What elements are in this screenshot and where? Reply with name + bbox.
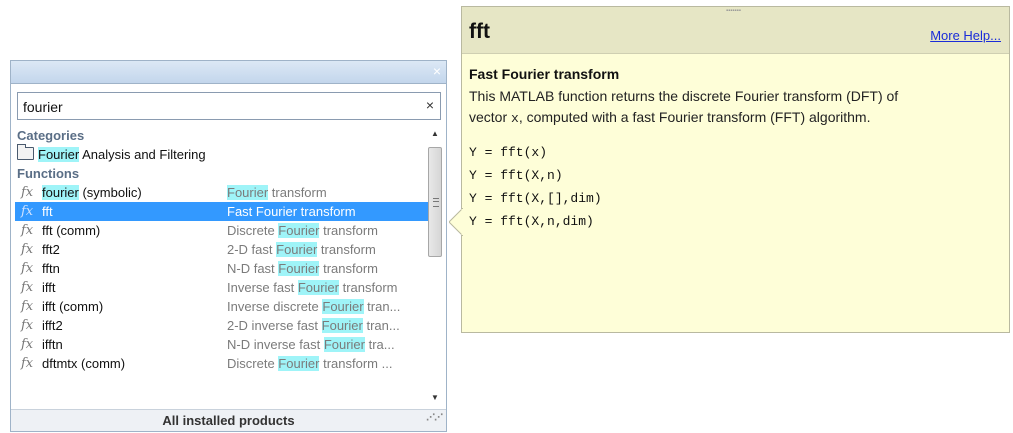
drag-handle-icon[interactable]: ▪▪▪▪▪▪▪ [726, 8, 741, 14]
function-icon: fx [21, 185, 34, 200]
folder-icon [17, 144, 34, 160]
function-icon: fx [21, 242, 34, 257]
function-item[interactable]: fx fftn N-D fast Fourier transform [15, 259, 431, 278]
syntax-line: Y = fft(X,[],dim) [469, 191, 602, 206]
function-item[interactable]: fx fft Fast Fourier transform [15, 202, 431, 221]
function-item[interactable]: fx dftmtx (comm) Discrete Fourier transfor… [15, 354, 431, 373]
function-icon: fx [21, 280, 34, 295]
grip-icon [433, 198, 439, 207]
function-description: 2-D fast Fourier transform [227, 242, 376, 257]
product-filter-footer[interactable]: All installed products ⋰⋰ [11, 409, 446, 431]
syntax-list: Y = fft(x) Y = fft(X,n) Y = fft(X,[],dim) Y… [469, 141, 602, 233]
function-name: ifftn [42, 337, 63, 352]
search-input[interactable]: fourier × [17, 92, 441, 120]
function-icon: fx [21, 261, 34, 276]
scroll-up-icon[interactable]: ▲ [427, 127, 443, 141]
help-description: This MATLAB function returns the discret… [469, 88, 899, 126]
scroll-thumb[interactable] [428, 147, 442, 257]
popup-pointer [449, 208, 463, 236]
functions-header: Functions [17, 166, 80, 181]
help-header[interactable]: ▪▪▪▪▪▪▪ fft More Help... [462, 7, 1009, 54]
function-name: ifft2 [42, 318, 63, 333]
help-popup: ▪▪▪▪▪▪▪ fft More Help... Fast Fourier tr… [461, 6, 1010, 333]
function-description: Fast Fourier transform [227, 204, 356, 219]
syntax-line: Y = fft(X,n,dim) [469, 214, 594, 229]
syntax-line: Y = fft(x) [469, 145, 548, 160]
function-name: dftmtx (comm) [42, 356, 126, 371]
function-description: Discrete Fourier transform ... [227, 356, 393, 371]
function-description: N-D inverse fast Fourier tra... [227, 337, 395, 352]
function-item[interactable]: fx fft (comm) Discrete Fourier transform [15, 221, 431, 240]
function-item[interactable]: fx ifftn N-D inverse fast Fourier tra... [15, 335, 431, 354]
function-description: Discrete Fourier transform [227, 223, 378, 238]
resize-grip-icon[interactable]: ⋰⋰ [426, 407, 443, 428]
scroll-down-icon[interactable]: ▼ [427, 391, 443, 405]
more-help-link[interactable]: More Help... [930, 28, 1001, 43]
function-icon: fx [21, 223, 34, 238]
close-icon[interactable]: × [433, 63, 441, 79]
function-browser-panel: × fourier × Categories Fourier Analysis … [10, 60, 447, 432]
clear-search-icon[interactable]: × [426, 97, 434, 113]
syntax-line: Y = fft(X,n) [469, 168, 563, 183]
function-icon: fx [21, 299, 34, 314]
function-description: N-D fast Fourier transform [227, 261, 378, 276]
function-description: Inverse fast Fourier transform [227, 280, 398, 295]
function-description: Fourier transform [227, 185, 327, 200]
category-item[interactable]: Fourier Analysis and Filtering [15, 144, 431, 165]
function-name: fftn [42, 261, 60, 276]
function-icon: fx [21, 356, 34, 371]
function-name: fft2 [42, 242, 60, 257]
function-icon: fx [21, 337, 34, 352]
function-name: ifft [42, 280, 56, 295]
search-value: fourier [23, 99, 63, 115]
footer-label: All installed products [162, 413, 295, 428]
function-icon: fx [21, 204, 34, 219]
function-name: ifft (comm) [42, 299, 104, 314]
function-item[interactable]: fx ifft (comm) Inverse discrete Fourier tr… [15, 297, 431, 316]
help-subtitle: Fast Fourier transform [469, 66, 620, 82]
function-name: fourier (symbolic) [42, 185, 142, 200]
function-item[interactable]: fx fourier (symbolic) Fourier transform [15, 183, 431, 202]
function-item[interactable]: fx ifft2 2-D inverse fast Fourier tran... [15, 316, 431, 335]
results-list: Categories Fourier Analysis and Filterin… [15, 127, 431, 405]
function-name: fft (comm) [42, 223, 101, 238]
categories-header: Categories [17, 128, 85, 143]
function-name: fft [42, 204, 53, 219]
function-icon: fx [21, 318, 34, 333]
help-title: fft [469, 20, 490, 43]
function-item[interactable]: fx ifft Inverse fast Fourier transform [15, 278, 431, 297]
panel-titlebar: × [11, 61, 446, 84]
list-scrollbar[interactable]: ▲ ▼ [427, 127, 443, 405]
function-description: 2-D inverse fast Fourier tran... [227, 318, 400, 333]
function-item[interactable]: fx fft2 2-D fast Fourier transform [15, 240, 431, 259]
function-description: Inverse discrete Fourier tran... [227, 299, 401, 314]
